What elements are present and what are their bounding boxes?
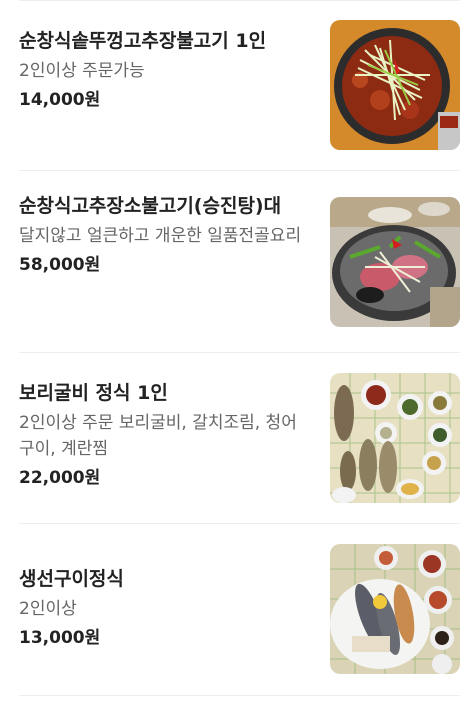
menu-item-description: 2인이상 주문 보리굴비, 갈치조림, 청어구이, 계란찜 xyxy=(19,413,297,459)
menu-item-photo[interactable] xyxy=(330,373,460,503)
menu-item-name: 보리굴비 정식 1인 xyxy=(19,382,168,404)
menu-item-description: 2인이상 xyxy=(19,599,77,619)
menu-item[interactable]: 순창식솥뚜껑고추장불고기 1인 2인이상 주문가능 14,000원 xyxy=(19,0,460,171)
menu-item[interactable]: 보리굴비 정식 1인 2인이상 주문 보리굴비, 갈치조림, 청어구이, 계란찜… xyxy=(19,353,460,524)
menu-item-description: 2인이상 주문가능 xyxy=(19,61,145,81)
menu-item-text: 생선구이정식 2인이상 13,000원 xyxy=(19,565,311,651)
menu-item-text: 순창식고추장소불고기(승진탕)대 달지않고 얼큰하고 개운한 일품전골요리 58… xyxy=(19,192,311,278)
hotpot-photo-icon xyxy=(330,197,460,327)
menu-item-text: 순창식솥뚜껑고추장불고기 1인 2인이상 주문가능 14,000원 xyxy=(19,27,311,113)
menu-item-name: 순창식고추장소불고기(승진탕)대 xyxy=(19,195,282,217)
menu-item-price: 22,000원 xyxy=(19,468,101,488)
menu-item-description: 달지않고 얼큰하고 개운한 일품전골요리 xyxy=(19,226,302,246)
menu-item[interactable]: 순창식고추장소불고기(승진탕)대 달지않고 얼큰하고 개운한 일품전골요리 58… xyxy=(19,171,460,353)
menu-item-photo[interactable] xyxy=(330,20,460,150)
grilled-fish-photo-icon xyxy=(330,544,460,674)
menu-item-photo[interactable] xyxy=(330,197,460,327)
menu-item-name: 순창식솥뚜껑고추장불고기 1인 xyxy=(19,30,267,52)
yellow-croaker-set-photo-icon xyxy=(330,373,460,503)
menu-item-price: 58,000원 xyxy=(19,255,101,275)
menu-item[interactable]: 생선구이정식 2인이상 13,000원 xyxy=(19,524,460,696)
menu-item-photo[interactable] xyxy=(330,544,460,674)
bulgogi-photo-icon xyxy=(330,20,460,150)
menu-item-text: 보리굴비 정식 1인 2인이상 주문 보리굴비, 갈치조림, 청어구이, 계란찜… xyxy=(19,379,311,491)
menu-item-price: 13,000원 xyxy=(19,628,101,648)
menu-item-name: 생선구이정식 xyxy=(19,568,124,590)
menu-item-price: 14,000원 xyxy=(19,90,101,110)
